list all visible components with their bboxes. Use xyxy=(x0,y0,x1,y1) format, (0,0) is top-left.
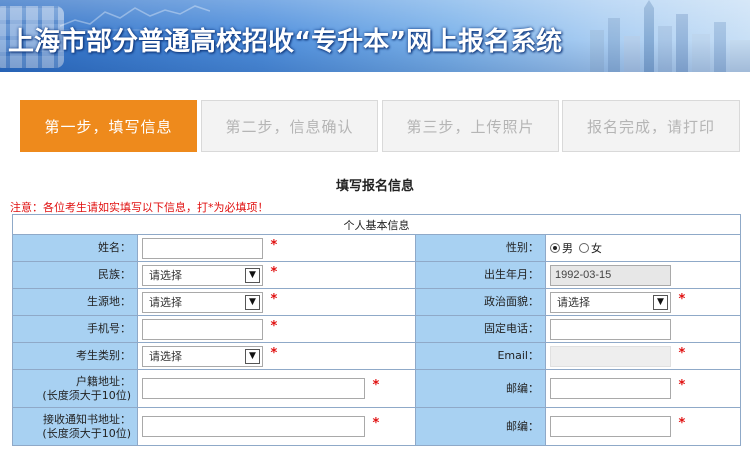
political-select[interactable]: 请选择 ▼ xyxy=(550,291,671,313)
chevron-down-icon: ▼ xyxy=(245,348,260,364)
gender-male-radio[interactable] xyxy=(550,243,560,253)
gender-female-radio[interactable] xyxy=(579,243,589,253)
step-progress: 第一步，填写信息 第二步，信息确认 第三步，上传照片 报名完成，请打印 xyxy=(20,100,740,152)
name-input[interactable] xyxy=(142,237,263,259)
gender-radio-group: 男 女 xyxy=(550,240,602,256)
postcode-label: 邮编： xyxy=(415,407,546,446)
household-postcode-input[interactable] xyxy=(550,378,671,399)
household-address-input[interactable] xyxy=(142,378,365,399)
email-input[interactable] xyxy=(550,345,671,367)
birth-label: 出生年月： xyxy=(415,261,546,289)
ethnicity-label: 民族： xyxy=(12,261,138,289)
step-4-print: 报名完成，请打印 xyxy=(562,100,740,152)
ethnicity-selected: 请选择 xyxy=(149,269,182,282)
required-mark: * xyxy=(678,378,686,393)
step-1-fill-info: 第一步，填写信息 xyxy=(20,100,197,152)
mail-address-input[interactable] xyxy=(142,416,365,437)
required-notice: 注意：各位考生请如实填写以下信息，打*为必填项！ xyxy=(10,201,269,214)
postcode-label: 邮编： xyxy=(415,369,546,408)
chevron-down-icon: ▼ xyxy=(245,294,260,310)
gender-female-label: 女 xyxy=(591,242,602,255)
ethnicity-select[interactable]: 请选择 ▼ xyxy=(142,264,263,286)
personal-info-table: 个人基本信息 姓名： * 性别： 男 女 民族： 请选择 ▼ * 出生年月： 1… xyxy=(12,214,741,446)
origin-label: 生源地： xyxy=(12,288,138,316)
origin-selected: 请选择 xyxy=(149,296,182,309)
chevron-down-icon: ▼ xyxy=(245,267,260,283)
name-label: 姓名： xyxy=(12,234,138,262)
step-2-confirm-info: 第二步，信息确认 xyxy=(201,100,378,152)
mail-postcode-input[interactable] xyxy=(550,416,671,437)
mobile-label: 手机号： xyxy=(12,315,138,343)
required-mark: * xyxy=(372,416,380,431)
required-mark: * xyxy=(270,345,278,361)
birth-date-input[interactable] xyxy=(550,264,671,286)
phone-label: 固定电话： xyxy=(415,315,546,343)
category-select[interactable]: 请选择 ▼ xyxy=(142,345,263,367)
gender-label: 性别： xyxy=(415,234,546,262)
political-label: 政治面貌： xyxy=(415,288,546,316)
header-banner: 上海市部分普通高校招收“专升本”网上报名系统 xyxy=(0,0,750,72)
political-selected: 请选择 xyxy=(557,296,590,309)
step-3-upload-photo: 第三步，上传照片 xyxy=(382,100,559,152)
chevron-down-icon: ▼ xyxy=(653,294,668,310)
mail-address-label: 接收通知书地址： (长度须大于10位) xyxy=(12,407,138,446)
required-mark: * xyxy=(270,318,278,334)
required-mark: * xyxy=(678,416,686,431)
section-header: 个人基本信息 xyxy=(12,214,741,235)
category-selected: 请选择 xyxy=(149,350,182,363)
phone-input[interactable] xyxy=(550,318,671,340)
category-label: 考生类别： xyxy=(12,342,138,370)
required-mark: * xyxy=(678,291,686,307)
required-mark: * xyxy=(270,237,278,253)
origin-select[interactable]: 请选择 ▼ xyxy=(142,291,263,313)
required-mark: * xyxy=(678,345,686,361)
mobile-input[interactable] xyxy=(142,318,263,340)
system-title: 上海市部分普通高校招收“专升本”网上报名系统 xyxy=(8,27,563,57)
form-title: 填写报名信息 xyxy=(335,179,414,194)
household-address-label: 户籍地址： (长度须大于10位) xyxy=(12,369,138,408)
required-mark: * xyxy=(270,291,278,307)
email-label: Email： xyxy=(415,342,546,370)
required-mark: * xyxy=(372,378,380,393)
required-mark: * xyxy=(270,264,278,280)
gender-male-label: 男 xyxy=(562,242,573,255)
